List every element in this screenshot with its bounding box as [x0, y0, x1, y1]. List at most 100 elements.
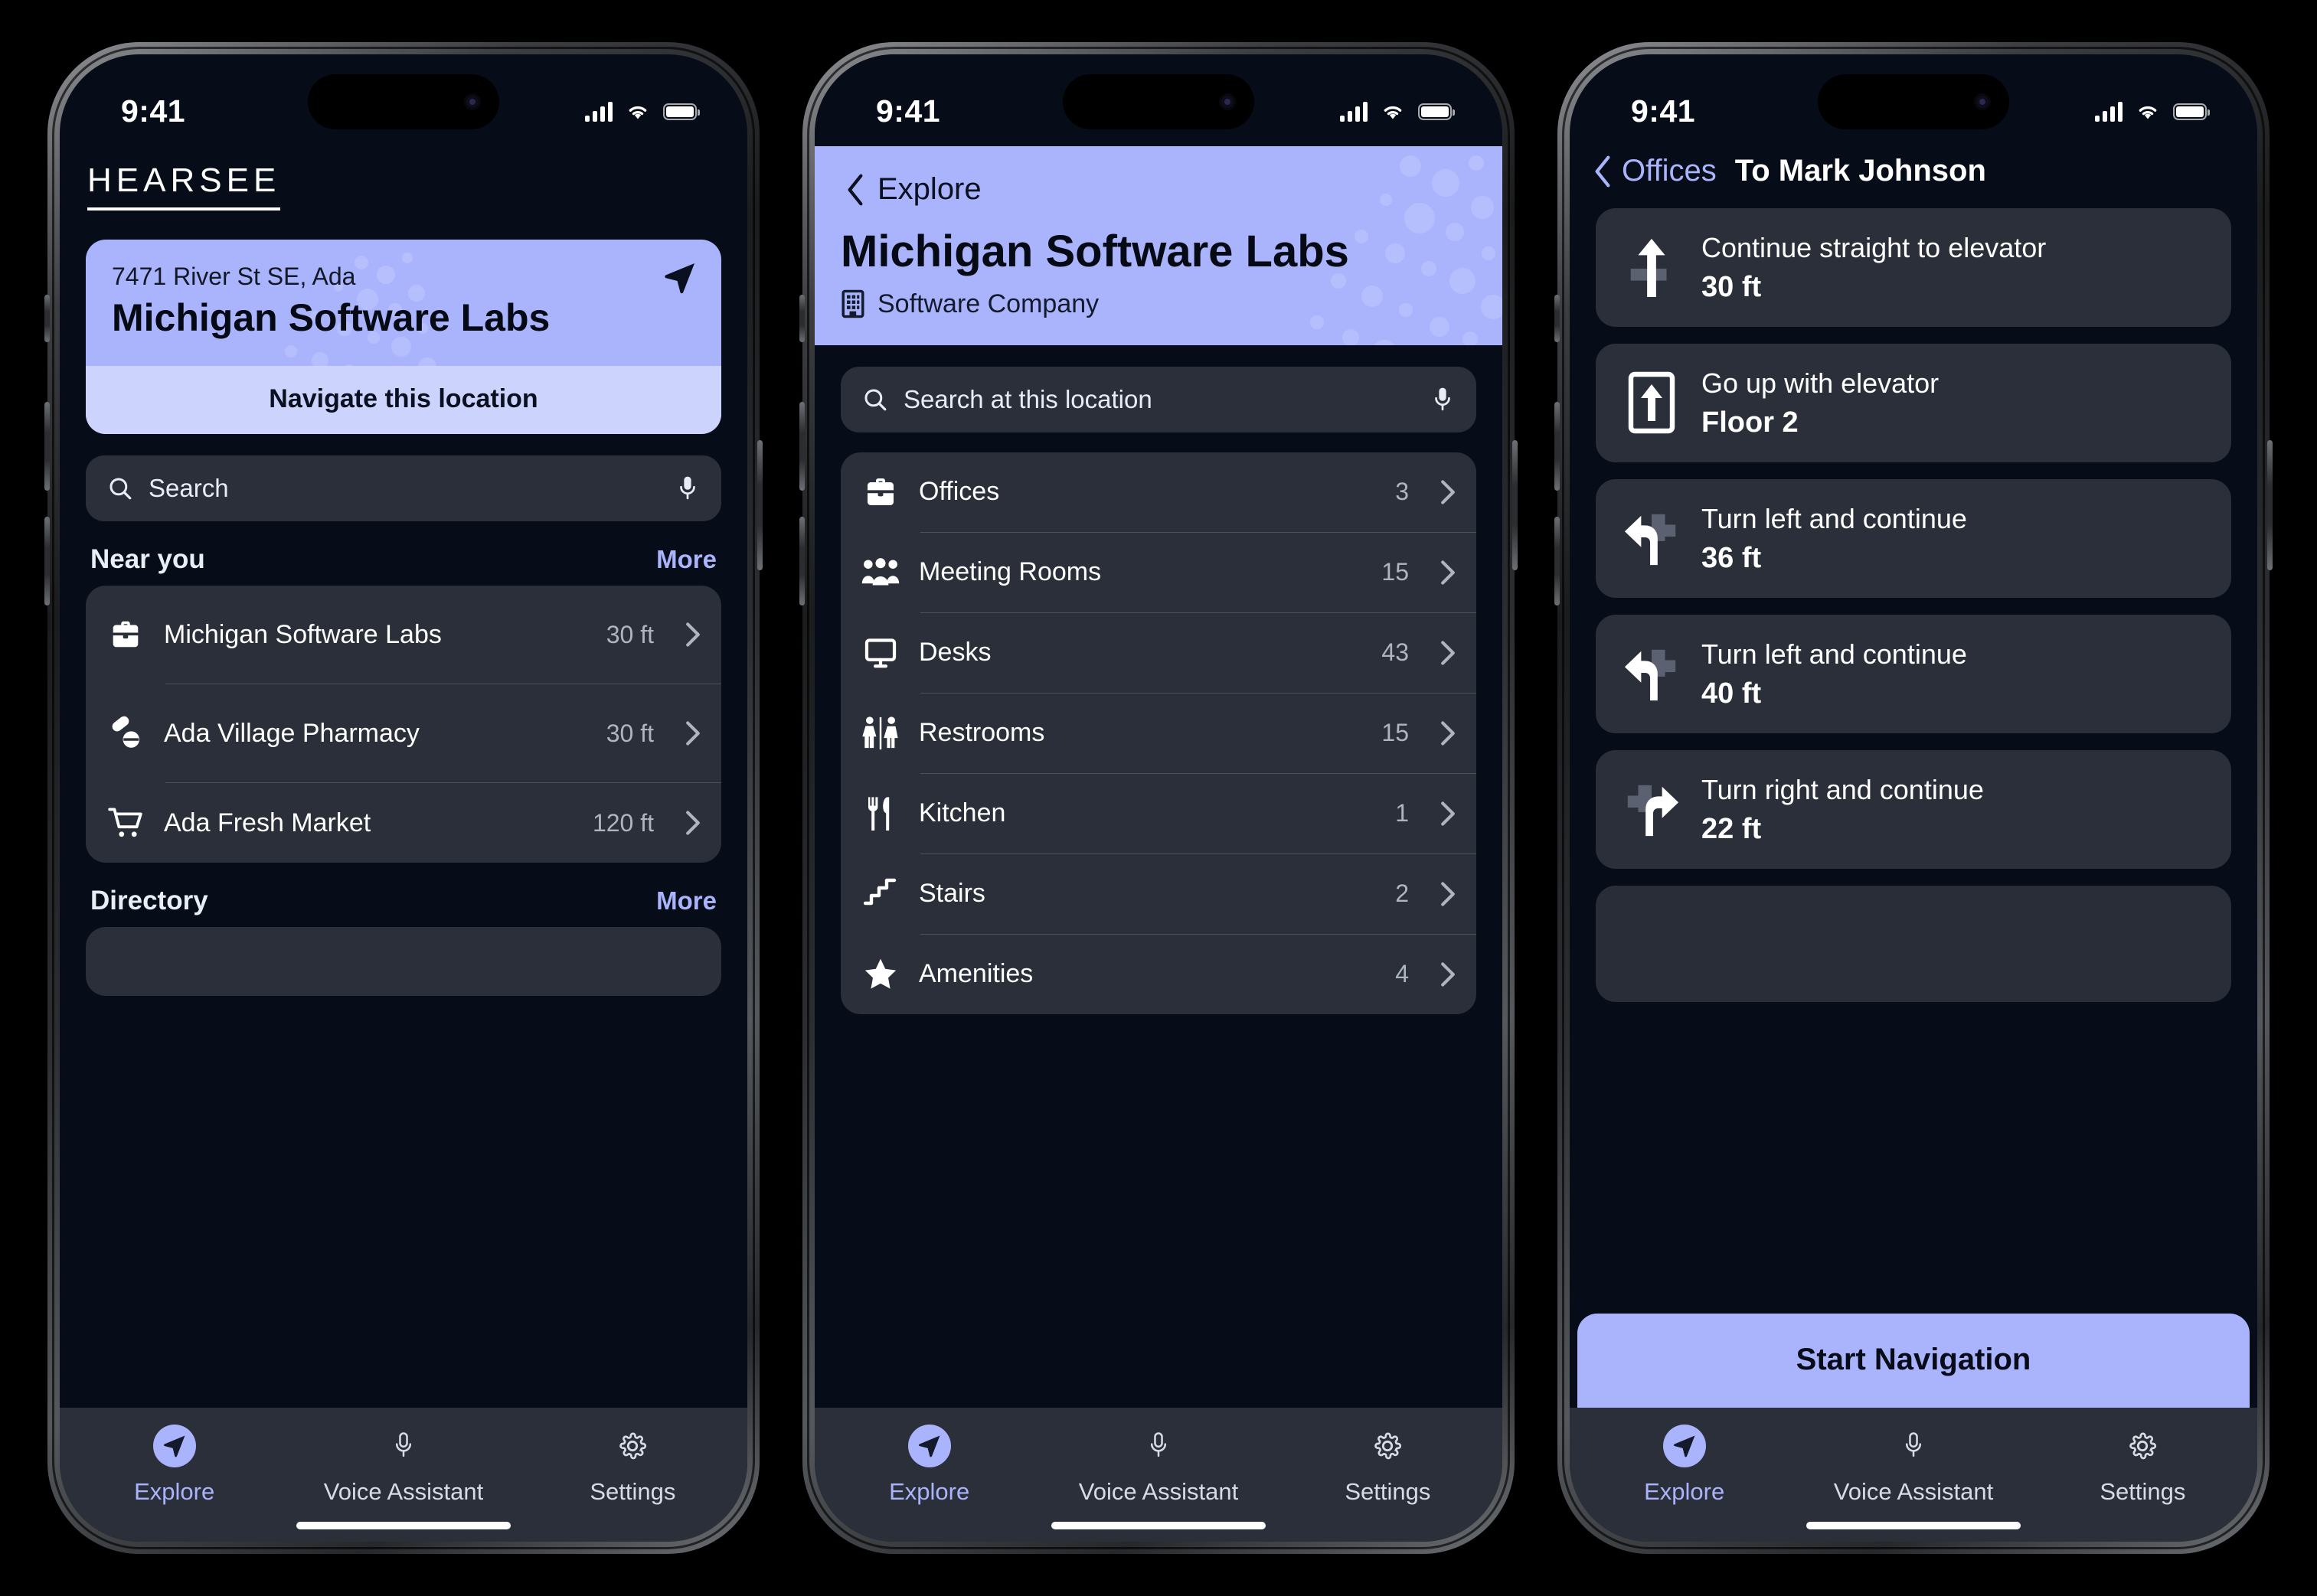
power-button[interactable] [2267, 440, 2273, 570]
cellular-signal-icon [1340, 102, 1368, 122]
home-indicator[interactable] [1806, 1522, 2021, 1529]
list-item[interactable]: Kitchen 1 [841, 774, 1476, 853]
battery-icon [1418, 103, 1455, 120]
category-count: 1 [1395, 799, 1409, 827]
three-phone-mockup: 9:41 HEARSEE 7471 River St SE, Ada Michi… [0, 0, 2317, 1596]
location-address: 7471 River St SE, Ada [112, 263, 356, 290]
direction-step-partial[interactable] [1596, 885, 2231, 1002]
back-button[interactable]: Offices [1593, 154, 1717, 188]
tab-settings[interactable]: Settings [1274, 1425, 1501, 1506]
people-group-icon [861, 556, 900, 589]
tab-bar-2: Explore Voice Assistant Settings [815, 1408, 1502, 1542]
search-placeholder: Search at this location [904, 384, 1152, 413]
navigate-this-location-button[interactable]: Navigate this location [86, 366, 721, 434]
screen-3: 9:41 Offices To Mark Johnson Continue st… [1570, 54, 2257, 1542]
silent-switch[interactable] [799, 295, 805, 342]
volume-down-button[interactable] [44, 517, 50, 605]
pills-icon [106, 716, 145, 751]
turn-left-icon [1619, 508, 1685, 569]
search-at-location-input[interactable]: Search at this location [841, 366, 1476, 432]
location-category: Software Company [841, 289, 1476, 319]
direction-step[interactable]: Turn right and continue 22 ft [1596, 749, 2231, 869]
power-button[interactable] [1512, 440, 1518, 570]
direction-step[interactable]: Go up with elevator Floor 2 [1596, 343, 2231, 462]
microphone-icon[interactable] [1430, 386, 1455, 413]
list-item[interactable]: Desks 43 [841, 613, 1476, 693]
volume-down-button[interactable] [1554, 517, 1560, 605]
category-label: Amenities [919, 959, 1034, 989]
navigation-arrow-icon[interactable] [662, 259, 698, 296]
dynamic-island [308, 74, 499, 129]
volume-up-button[interactable] [799, 402, 805, 491]
start-navigation-button[interactable]: Start Navigation [1577, 1314, 2250, 1408]
gear-icon [611, 1425, 654, 1467]
category-list: Offices 3 Meeting Rooms 15 Desks 43 Rest… [841, 452, 1476, 1014]
step-detail: Floor 2 [1701, 406, 1799, 439]
tab-settings[interactable]: Settings [2029, 1425, 2256, 1506]
page-title: To Mark Johnson [1734, 154, 1986, 188]
location-category-label: Software Company [877, 289, 1100, 318]
place-distance: 30 ft [606, 620, 654, 648]
volume-down-button[interactable] [799, 517, 805, 605]
list-item[interactable]: Michigan Software Labs 30 ft [86, 586, 721, 684]
category-label: Desks [919, 638, 992, 667]
list-item[interactable]: Stairs 2 [841, 854, 1476, 934]
tab-explore[interactable]: Explore [1571, 1425, 1798, 1506]
home-indicator[interactable] [296, 1522, 511, 1529]
shopping-cart-icon [106, 805, 145, 841]
wifi-icon [1380, 102, 1406, 122]
tab-label: Settings [2100, 1478, 2186, 1505]
list-item[interactable]: Restrooms 15 [841, 694, 1476, 773]
wifi-icon [2135, 102, 2161, 122]
microphone-icon[interactable] [675, 475, 700, 502]
directory-title: Directory [90, 886, 208, 915]
arrow-straight-icon [1619, 236, 1685, 299]
back-label: Offices [1622, 154, 1717, 188]
search-icon [862, 387, 888, 413]
search-input[interactable]: Search [86, 455, 721, 521]
battery-icon [2173, 103, 2210, 120]
phone-directions: 9:41 Offices To Mark Johnson Continue st… [1554, 42, 2273, 1554]
home-indicator[interactable] [1051, 1522, 1266, 1529]
tab-explore[interactable]: Explore [816, 1425, 1043, 1506]
directions-list: Continue straight to elevator 30 ft Go u… [1570, 208, 2257, 1002]
stairs-icon [861, 877, 900, 911]
step-detail: 22 ft [1701, 812, 1762, 845]
category-count: 2 [1395, 880, 1409, 908]
tab-voice-assistant[interactable]: Voice Assistant [1045, 1425, 1272, 1506]
power-button[interactable] [757, 440, 763, 570]
direction-step[interactable]: Continue straight to elevator 30 ft [1596, 208, 2231, 327]
volume-up-button[interactable] [44, 402, 50, 491]
chevron-right-icon [1440, 640, 1456, 666]
direction-step[interactable]: Turn left and continue 40 ft [1596, 614, 2231, 733]
restroom-icon [861, 716, 900, 751]
category-count: 43 [1381, 638, 1409, 667]
tab-explore[interactable]: Explore [61, 1425, 288, 1506]
current-location-card[interactable]: 7471 River St SE, Ada Michigan Software … [86, 240, 721, 434]
list-item[interactable]: Amenities 4 [841, 935, 1476, 1014]
category-label: Meeting Rooms [919, 557, 1102, 587]
tab-label: Explore [134, 1478, 215, 1505]
silent-switch[interactable] [1554, 295, 1560, 342]
silent-switch[interactable] [44, 295, 50, 342]
category-count: 3 [1395, 478, 1409, 506]
tab-voice-assistant[interactable]: Voice Assistant [290, 1425, 517, 1506]
list-item[interactable]: Ada Fresh Market 120 ft [86, 783, 721, 863]
direction-step[interactable]: Turn left and continue 36 ft [1596, 478, 2231, 598]
step-instruction: Turn right and continue [1701, 773, 1984, 805]
tab-label: Explore [1644, 1478, 1725, 1505]
search-icon [107, 475, 133, 501]
near-you-more-link[interactable]: More [656, 545, 717, 574]
tab-settings[interactable]: Settings [519, 1425, 746, 1506]
tab-voice-assistant[interactable]: Voice Assistant [1800, 1425, 2027, 1506]
phone2-content: Explore Michigan Software Labs Software … [815, 146, 1502, 1408]
volume-up-button[interactable] [1554, 402, 1560, 491]
microphone-icon [1137, 1425, 1180, 1467]
list-item[interactable]: Meeting Rooms 15 [841, 533, 1476, 612]
directory-more-link[interactable]: More [656, 886, 717, 915]
list-item[interactable]: Offices 3 [841, 452, 1476, 532]
place-name: Ada Village Pharmacy [164, 718, 420, 748]
list-item[interactable]: Ada Village Pharmacy 30 ft [86, 684, 721, 782]
back-button[interactable]: Explore [841, 160, 1476, 207]
page-title: Michigan Software Labs [841, 227, 1349, 276]
